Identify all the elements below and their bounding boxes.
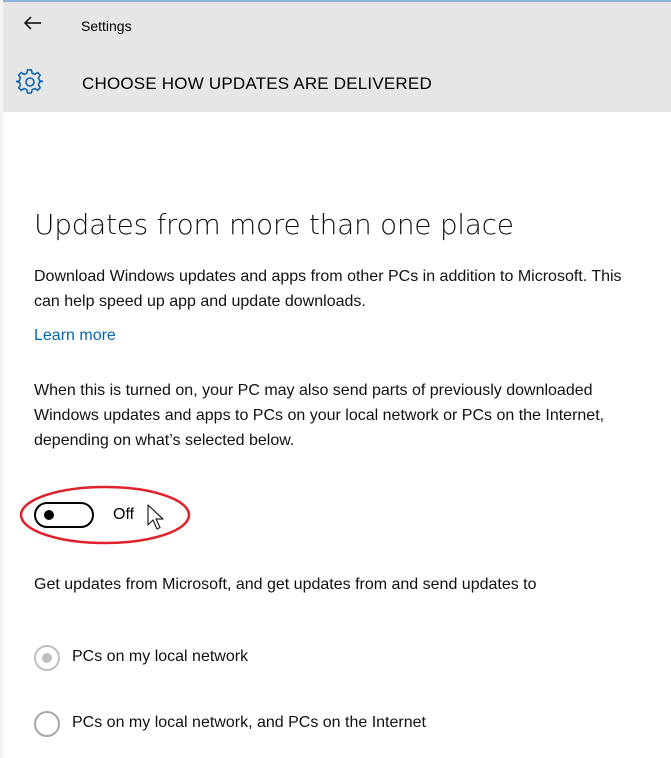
local-and-internet-radio[interactable] [34,711,60,737]
sources-prompt-text: Get updates from Microsoft, and get upda… [34,576,537,593]
back-arrow-icon[interactable] [22,12,44,34]
gear-icon [15,68,44,96]
local-network-label: PCs on my local network [72,648,249,665]
description-text: Download Windows updates and apps from o… [34,268,622,310]
window-left-edge [0,0,3,758]
section-title: Updates from more than one place [34,208,514,241]
app-title: Settings [81,18,132,34]
learn-more-link[interactable]: Learn more [34,327,116,345]
explanation-text: When this is turned on, your PC may also… [34,382,605,449]
highlight-ring [18,484,192,546]
local-network-radio[interactable] [34,645,60,671]
page-heading: CHOOSE HOW UPDATES ARE DELIVERED [82,74,432,93]
local-and-internet-label: PCs on my local network, and PCs on the … [72,714,426,731]
